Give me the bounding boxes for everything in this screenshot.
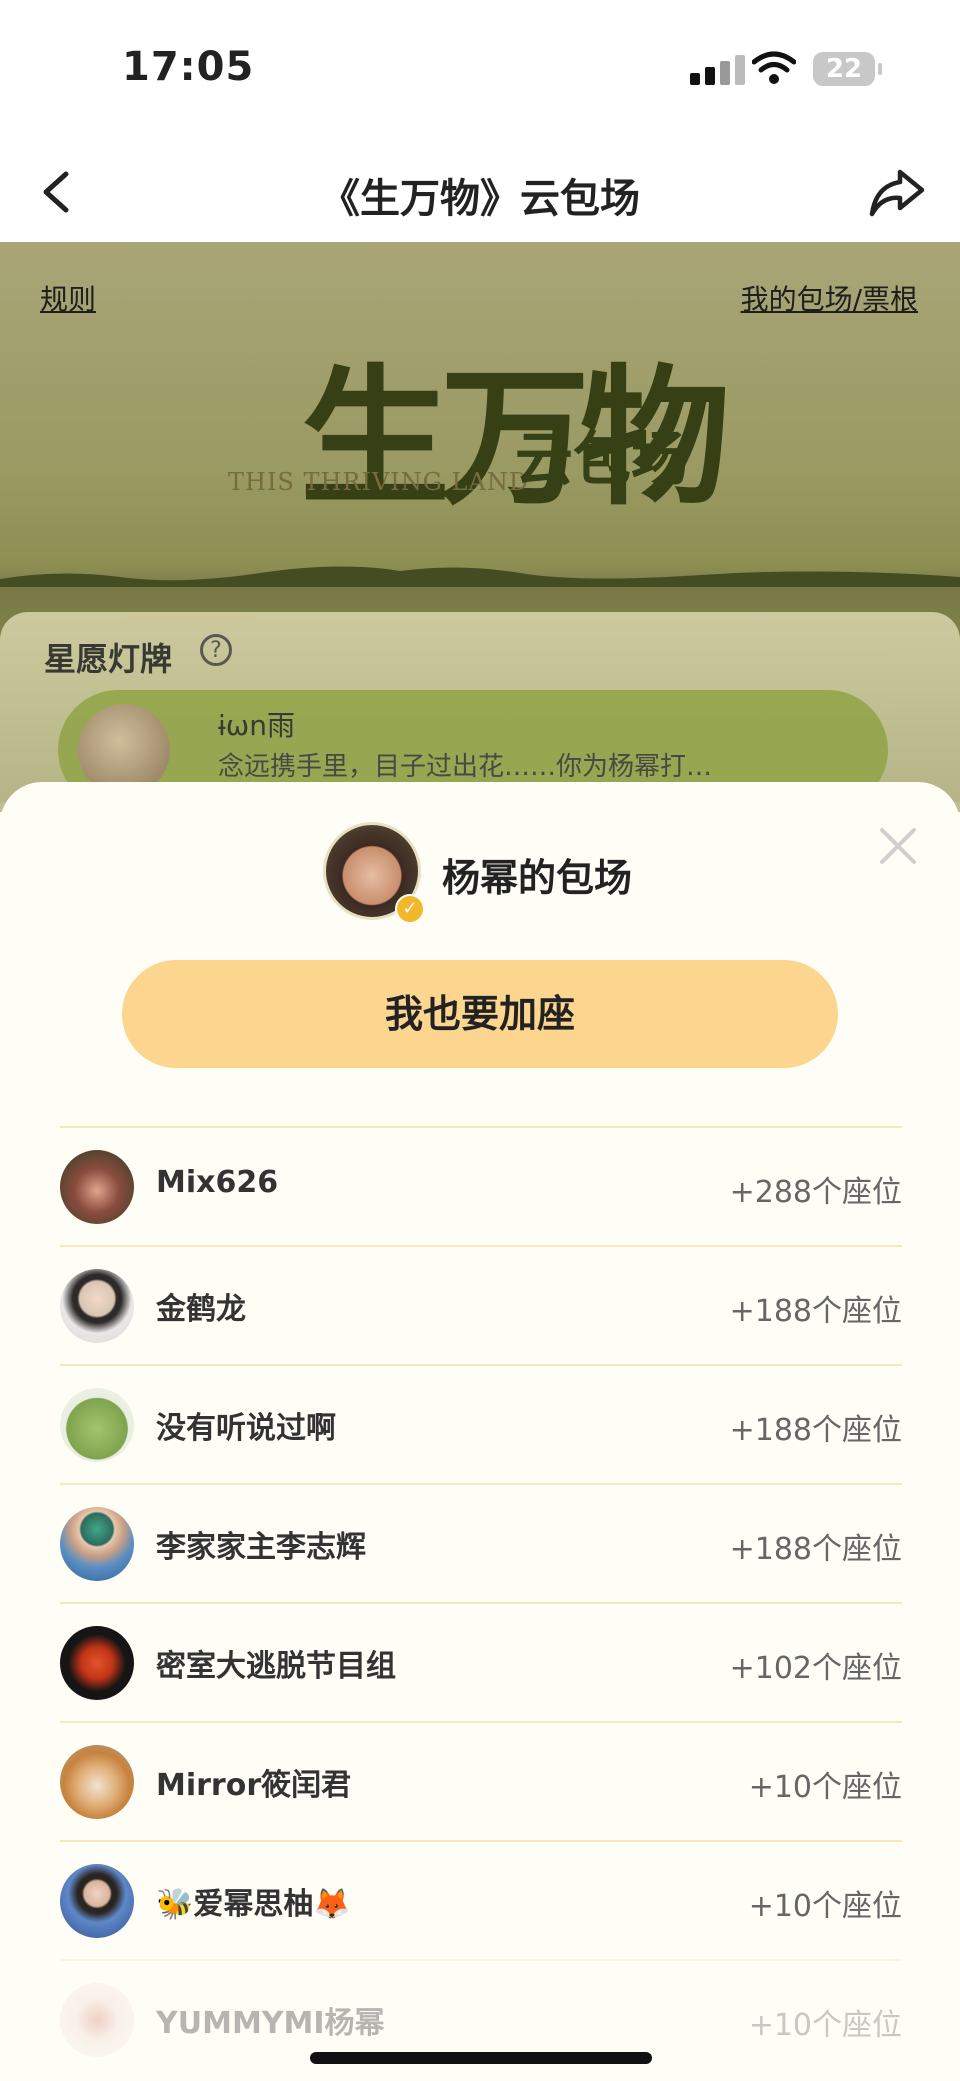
list-item-name: Mirror筱闰君 xyxy=(156,1768,352,1803)
verified-badge-icon: ✓ xyxy=(395,894,425,924)
avatar xyxy=(60,1388,134,1462)
owner-title: 杨幂的包场 xyxy=(442,856,633,900)
close-icon[interactable] xyxy=(876,824,920,868)
wish-user-name: ɨωn雨 xyxy=(218,709,295,742)
avatar xyxy=(60,1150,134,1224)
seat-list: Mix626 +288个座位 金鹤龙 +188个座位 没有听说过啊 +188个座… xyxy=(60,1126,902,2078)
list-item-seats: +10个座位 xyxy=(748,2008,902,2043)
list-item-seats: +188个座位 xyxy=(729,1532,902,1567)
list-item[interactable]: 🐝爱幂思柚🦊 +10个座位 xyxy=(60,1840,902,1959)
battery-icon: 22 xyxy=(813,52,882,86)
list-item[interactable]: 李家家主李志辉 +188个座位 xyxy=(60,1483,902,1602)
list-item[interactable]: 没有听说过啊 +188个座位 xyxy=(60,1364,902,1483)
nav-bar: 《生万物》云包场 xyxy=(0,140,960,242)
avatar xyxy=(60,1507,134,1581)
list-item[interactable]: 金鹤龙 +188个座位 xyxy=(60,1245,902,1364)
list-item-name: 金鹤龙 xyxy=(156,1292,246,1327)
list-item-name: 🐝爱幂思柚🦊 xyxy=(156,1887,351,1922)
booking-sheet: ✓ 杨幂的包场 我也要加座 Mix626 +288个座位 金鹤龙 +188个座位… xyxy=(0,782,960,2081)
avatar xyxy=(60,1626,134,1700)
list-item-name: 没有听说过啊 xyxy=(156,1411,336,1446)
list-item-seats: +188个座位 xyxy=(729,1294,902,1329)
wifi-icon xyxy=(752,51,796,84)
list-item[interactable]: 密室大逃脱节目组 +102个座位 xyxy=(60,1602,902,1721)
list-item-seats: +10个座位 xyxy=(748,1889,902,1924)
list-item-seats: +188个座位 xyxy=(729,1413,902,1448)
list-item-name: YUMMYMI杨幂 xyxy=(156,2006,385,2041)
avatar xyxy=(60,1864,134,1938)
list-item-name: 密室大逃脱节目组 xyxy=(156,1649,396,1684)
status-time: 17:05 xyxy=(122,44,255,90)
page-title: 《生万物》云包场 xyxy=(320,176,640,222)
hero-banner: 规则 我的包场/票根 生万物 THIS THRIVING LAND 云包场 星愿… xyxy=(0,242,960,812)
avatar xyxy=(60,1269,134,1343)
list-item-seats: +10个座位 xyxy=(748,1770,902,1805)
list-item-seats: +102个座位 xyxy=(729,1651,902,1686)
wish-text: 念远携手里，目子过出花……你为杨幂打… xyxy=(218,752,713,782)
list-item[interactable]: Mix626 +288个座位 xyxy=(60,1126,902,1245)
list-item[interactable]: Mirror筱闰君 +10个座位 xyxy=(60,1721,902,1840)
list-item-name: 李家家主李志辉 xyxy=(156,1530,366,1565)
list-item-name: Mix626 xyxy=(156,1165,279,1200)
avatar xyxy=(60,1745,134,1819)
join-seat-button[interactable]: 我也要加座 xyxy=(122,960,838,1068)
signal-icon xyxy=(690,55,745,85)
share-icon[interactable] xyxy=(868,166,926,218)
status-bar: 17:05 22 xyxy=(0,0,960,140)
star-wish-title: 星愿灯牌 xyxy=(44,640,173,678)
list-item-seats: +288个座位 xyxy=(729,1175,902,1210)
home-indicator xyxy=(310,2052,652,2064)
avatar xyxy=(60,1983,134,2057)
help-icon[interactable]: ? xyxy=(200,634,232,666)
